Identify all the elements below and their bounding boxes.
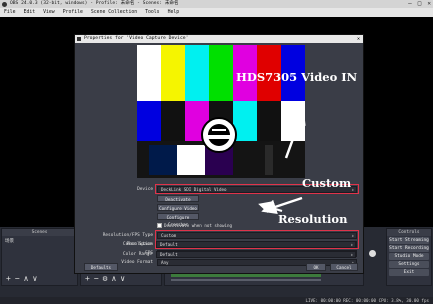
menu-view[interactable]: View bbox=[43, 8, 55, 17]
color-bars-preview bbox=[137, 45, 305, 178]
start-recording-button[interactable]: Start Recording bbox=[389, 245, 429, 252]
deactivate-row: Deactivate bbox=[75, 194, 363, 203]
device-label: Device bbox=[137, 187, 153, 192]
settings-button[interactable]: Settings bbox=[389, 261, 429, 268]
volume-slider[interactable] bbox=[171, 279, 321, 281]
pluge-gray bbox=[265, 145, 273, 175]
exit-button[interactable]: Exit bbox=[389, 269, 429, 276]
menu-bar: File Edit View Profile Scene Collection … bbox=[0, 8, 433, 17]
minimize-button[interactable]: – bbox=[408, 0, 412, 8]
maximize-button[interactable]: □ bbox=[418, 0, 422, 8]
bar-low-black3 bbox=[257, 101, 281, 141]
deactivate-button[interactable]: Deactivate bbox=[157, 195, 199, 202]
dialog-close-button[interactable]: ✕ bbox=[357, 35, 360, 43]
gear-icon[interactable] bbox=[369, 250, 376, 257]
close-button[interactable]: ✕ bbox=[427, 0, 431, 8]
deactivate-checkbox-label: Deactivate when not showing bbox=[164, 222, 233, 228]
scene-item[interactable]: 场景 bbox=[2, 236, 77, 246]
configure-video-row: Configure Video bbox=[75, 203, 363, 212]
sources-toolbar[interactable]: +−⚙∧∨ bbox=[81, 273, 161, 285]
color-range-label: Color Range bbox=[122, 252, 152, 257]
studio-mode-button[interactable]: Studio Mode bbox=[389, 253, 429, 260]
color-range-row: Color Range Default ⇕ bbox=[74, 250, 362, 259]
color-range-value: Default bbox=[160, 252, 178, 257]
color-range-select[interactable]: Default ⇕ bbox=[156, 251, 356, 258]
video-format-value: Any bbox=[161, 260, 169, 265]
video-format-select[interactable]: Any⇕ bbox=[157, 259, 357, 266]
bar-low-blue bbox=[137, 101, 161, 141]
res-fps-type-label: Resolution/FPS Type bbox=[102, 233, 153, 238]
dialog-title: Properties for 'Video Capture Device' bbox=[84, 36, 189, 41]
deactivate-checkbox[interactable]: Deactivate when not showing bbox=[157, 222, 233, 229]
status-bar: LIVE: 00:00:00 REC: 00:00:00 CPU: 3.8%, … bbox=[0, 297, 433, 304]
window-title: OBS 24.0.3 (32-bit, windows) - Profile: … bbox=[10, 1, 179, 6]
start-streaming-button[interactable]: Start Streaming bbox=[389, 237, 429, 244]
controls-dock: Controls Start Streaming Start Recording… bbox=[386, 228, 432, 286]
menu-tools[interactable]: Tools bbox=[145, 8, 159, 17]
defaults-button[interactable]: Defaults bbox=[84, 263, 118, 271]
menu-file[interactable]: File bbox=[4, 8, 16, 17]
cancel-button[interactable]: Cancel bbox=[330, 263, 358, 271]
dialog-icon bbox=[77, 37, 81, 41]
window-titlebar: OBS 24.0.3 (32-bit, windows) - Profile: … bbox=[0, 0, 433, 8]
color-space-value: Default bbox=[160, 242, 178, 247]
bar-low-white bbox=[281, 101, 305, 141]
zone-plate bbox=[201, 117, 237, 153]
obs-logo-icon bbox=[2, 1, 7, 7]
chevron-down-icon: ⇕ bbox=[350, 252, 353, 257]
configure-video-button[interactable]: Configure Video bbox=[157, 204, 199, 211]
resolution-annotation: Resolution bbox=[278, 212, 348, 226]
scenes-dock: Scenes 场景 +−∧∨ bbox=[1, 228, 78, 286]
pluge-blue bbox=[149, 145, 177, 175]
ok-button[interactable]: OK bbox=[306, 263, 326, 271]
custom-annotation: Custom bbox=[302, 176, 352, 190]
volume-meter bbox=[171, 274, 321, 277]
controls-dock-title: Controls bbox=[387, 229, 431, 236]
configure-crossbar-button[interactable]: Configure Crossbar bbox=[157, 213, 199, 227]
dialog-titlebar: Properties for 'Video Capture Device' ✕ bbox=[75, 35, 363, 43]
bar-low-black bbox=[161, 101, 185, 141]
obs-window: OBS 24.0.3 (32-bit, windows) - Profile: … bbox=[0, 0, 433, 304]
color-space-label: Color Space bbox=[122, 242, 152, 247]
menu-help[interactable]: Help bbox=[168, 8, 180, 17]
chevron-down-icon: ⇕ bbox=[350, 242, 353, 247]
menu-scene-collection[interactable]: Scene Collection bbox=[91, 8, 137, 17]
video-format-label: Video Format bbox=[121, 260, 153, 265]
video-in-annotation: HDS7305 Video IN bbox=[236, 70, 358, 84]
menu-edit[interactable]: Edit bbox=[24, 8, 36, 17]
checkbox-icon bbox=[157, 222, 162, 228]
color-space-row: Color Space Default ⇕ bbox=[74, 240, 362, 249]
scenes-toolbar[interactable]: +−∧∨ bbox=[2, 273, 77, 285]
color-space-select[interactable]: Default ⇕ bbox=[156, 241, 356, 248]
scenes-dock-title: Scenes bbox=[2, 229, 77, 236]
menu-profile[interactable]: Profile bbox=[63, 8, 83, 17]
